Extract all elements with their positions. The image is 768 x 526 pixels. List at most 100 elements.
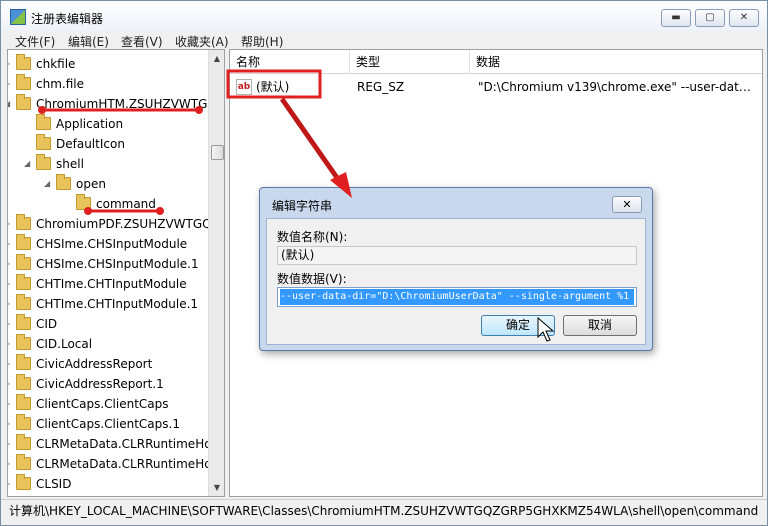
tree-node[interactable]: ▷ CHSIme.CHSInputModule xyxy=(8,234,208,254)
expand-arrow-icon[interactable]: ▷ xyxy=(8,214,14,234)
tree-node[interactable]: ▷ ClientCaps.ClientCaps.1 xyxy=(8,414,208,434)
menu-view[interactable]: 查看(V) xyxy=(121,33,163,50)
column-header-data[interactable]: 数据 xyxy=(470,50,762,74)
tree-node[interactable]: ◢ ChromiumHTM.ZSUHZVWTGQZGRP5GHXKMZ54WLA xyxy=(8,94,224,114)
tree-node[interactable]: ▷ CLRMetaData.CLRRuntimeHost xyxy=(8,434,223,454)
tree-node-label: CID.Local xyxy=(36,337,93,351)
title-bar[interactable]: 注册表编辑器 ▬ ▢ ✕ xyxy=(1,1,767,31)
expand-arrow-icon[interactable]: ▷ xyxy=(8,314,14,334)
tree-node-label: ChromiumPDF.ZSUHZVWTGQZGRP5GHXKMZ54WLA xyxy=(36,217,224,231)
tree-node[interactable]: ▷ CLRMetaData.CLRRuntimeHost.1 xyxy=(8,454,224,474)
tree-node-label: shell xyxy=(56,157,84,171)
regedit-app-icon xyxy=(10,9,26,25)
registry-key-tree[interactable]: ▷ chkfile ▷ chm.file ◢ ChromiumHTM.ZSUHZVWTGQ… xyxy=(7,49,225,497)
folder-icon xyxy=(16,394,31,410)
value-data-text: --user-data-dir="D:\ChromiumUserData" --… xyxy=(280,289,634,305)
tree-node-label: CLRMetaData.CLRRuntimeHost xyxy=(36,437,223,451)
menu-bar: 文件(F) 编辑(E) 查看(V) 收藏夹(A) 帮助(H) xyxy=(1,31,767,50)
expand-arrow-icon[interactable]: ▷ xyxy=(8,434,14,454)
cancel-button[interactable]: 取消 xyxy=(563,315,637,336)
tree-node[interactable]: ◢ shell xyxy=(8,154,208,174)
menu-help[interactable]: 帮助(H) xyxy=(241,33,283,50)
tree-node-label: CLRMetaData.CLRRuntimeHost.1 xyxy=(36,457,225,471)
expand-arrow-icon[interactable]: ▷ xyxy=(8,354,14,374)
folder-icon xyxy=(16,274,31,290)
folder-icon xyxy=(16,374,31,390)
dialog-title: 编辑字符串 xyxy=(272,199,333,213)
expand-arrow-icon[interactable]: ▷ xyxy=(8,474,14,494)
menu-file[interactable]: 文件(F) xyxy=(15,33,55,50)
value-name-field: (默认) xyxy=(277,246,637,265)
tree-node[interactable]: ▷ CHTIme.CHTInputModule xyxy=(8,274,208,294)
dialog-close-button[interactable]: ✕ xyxy=(612,196,642,213)
menu-favorites[interactable]: 收藏夹(A) xyxy=(175,33,229,50)
collapse-arrow-icon[interactable]: ◢ xyxy=(8,94,14,114)
status-bar-path: 计算机\HKEY_LOCAL_MACHINE\SOFTWARE\Classes\… xyxy=(1,499,767,525)
folder-icon xyxy=(16,474,31,490)
tree-node-label: ChromiumHTM.ZSUHZVWTGQZGRP5GHXKMZ54WLA xyxy=(36,97,224,111)
scroll-down-arrow-icon[interactable]: ▼ xyxy=(209,479,224,496)
tree-node[interactable]: ▷ chkfile xyxy=(8,54,208,74)
column-header-type[interactable]: 类型 xyxy=(350,50,470,74)
folder-icon xyxy=(56,174,71,190)
tree-node-label: CivicAddressReport.1 xyxy=(36,377,164,391)
expand-arrow-icon[interactable]: ▷ xyxy=(8,234,14,254)
collapse-arrow-icon[interactable]: ◢ xyxy=(24,154,34,174)
tree-node[interactable]: ▷ CivicAddressReport xyxy=(8,354,208,374)
tree-node[interactable]: Application xyxy=(8,114,208,134)
folder-icon xyxy=(36,114,51,130)
scroll-thumb[interactable] xyxy=(211,145,224,160)
tree-node-label: CID xyxy=(36,317,58,331)
collapse-arrow-icon[interactable]: ◢ xyxy=(44,174,54,194)
folder-icon xyxy=(16,234,31,250)
tree-node[interactable]: ▷ CivicAddressReport.1 xyxy=(8,374,208,394)
tree-vertical-scrollbar[interactable]: ▲ ▼ xyxy=(208,50,224,496)
expand-arrow-icon[interactable]: ▷ xyxy=(8,274,14,294)
folder-icon xyxy=(16,414,31,430)
tree-node[interactable]: ▷ chm.file xyxy=(8,74,208,94)
folder-icon xyxy=(16,454,31,470)
minimize-button[interactable]: ▬ xyxy=(661,9,691,27)
tree-node-label: ClientCaps.ClientCaps xyxy=(36,397,169,411)
expand-arrow-icon[interactable]: ▷ xyxy=(8,74,14,94)
tree-node-label: command xyxy=(96,197,156,211)
tree-node[interactable]: ▷ CHTIme.CHTInputModule.1 xyxy=(8,294,208,314)
close-button[interactable]: ✕ xyxy=(729,9,759,27)
expand-arrow-icon[interactable]: ▷ xyxy=(8,414,14,434)
value-row-default[interactable]: ab (默认) REG_SZ "D:\Chromium v139\chrome.… xyxy=(230,76,762,98)
expand-arrow-icon[interactable]: ▷ xyxy=(8,294,14,314)
folder-icon xyxy=(16,74,31,90)
tree-node[interactable]: DefaultIcon xyxy=(8,134,208,154)
folder-icon xyxy=(16,354,31,370)
tree-node-label: CHSIme.CHSInputModule.1 xyxy=(36,257,199,271)
menu-edit[interactable]: 编辑(E) xyxy=(68,33,109,50)
value-data-input[interactable]: --user-data-dir="D:\ChromiumUserData" --… xyxy=(277,287,637,307)
tree-node-label: ClientCaps.ClientCaps.1 xyxy=(36,417,180,431)
tree-node-label: DefaultIcon xyxy=(56,137,125,151)
maximize-button[interactable]: ▢ xyxy=(695,9,725,27)
window-title: 注册表编辑器 xyxy=(31,12,104,26)
folder-icon xyxy=(16,294,31,310)
column-header-name[interactable]: 名称 xyxy=(230,50,350,74)
expand-arrow-icon[interactable]: ▷ xyxy=(8,394,14,414)
tree-node[interactable]: ▷ ChromiumPDF.ZSUHZVWTGQZGRP5GHXKMZ54WLA xyxy=(8,214,224,234)
expand-arrow-icon[interactable]: ▷ xyxy=(8,454,14,474)
ok-button[interactable]: 确定 xyxy=(481,315,555,336)
expand-arrow-icon[interactable]: ▷ xyxy=(8,254,14,274)
tree-node[interactable]: ▷ ClientCaps.ClientCaps xyxy=(8,394,208,414)
expand-arrow-icon[interactable]: ▷ xyxy=(8,374,14,394)
tree-node[interactable]: ▷ CID.Local xyxy=(8,334,208,354)
tree-node[interactable]: ▷ CLSID xyxy=(8,474,208,494)
string-value-icon: ab xyxy=(236,79,252,95)
tree-node[interactable]: ▷ CID xyxy=(8,314,208,334)
expand-arrow-icon[interactable]: ▷ xyxy=(8,54,14,74)
folder-icon xyxy=(16,94,31,110)
folder-icon xyxy=(16,214,31,230)
expand-arrow-icon[interactable]: ▷ xyxy=(8,334,14,354)
tree-node[interactable]: ▷ CHSIme.CHSInputModule.1 xyxy=(8,254,208,274)
tree-node[interactable]: ◢ open xyxy=(8,174,208,194)
value-type: REG_SZ xyxy=(357,80,405,94)
tree-node[interactable]: command xyxy=(8,194,208,214)
scroll-up-arrow-icon[interactable]: ▲ xyxy=(209,50,224,67)
dialog-body: 数值名称(N): (默认) 数值数据(V): --user-data-dir="… xyxy=(266,218,646,345)
